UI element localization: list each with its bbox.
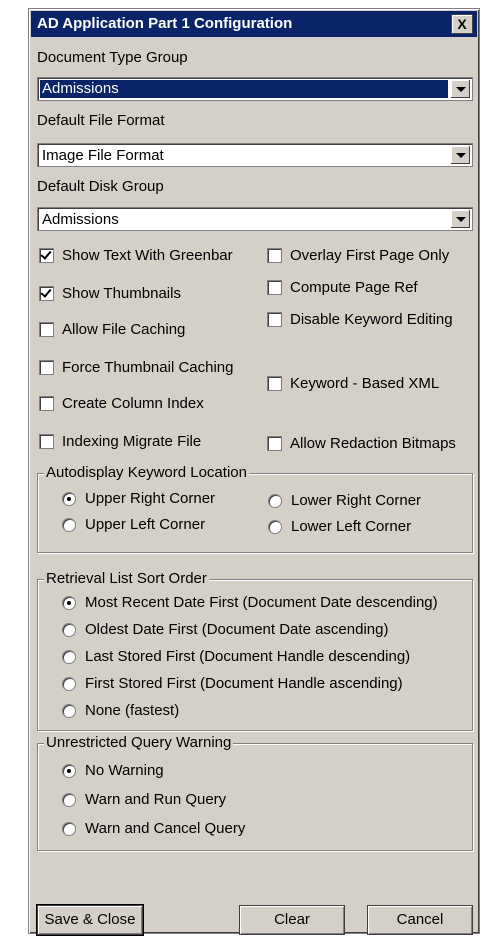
radio-label: Upper Left Corner bbox=[85, 516, 206, 533]
radio-label: None (fastest) bbox=[85, 702, 180, 719]
disk-group-value: Admissions bbox=[42, 211, 119, 228]
radio-button[interactable] bbox=[62, 595, 76, 610]
radio-label: Most Recent Date First (Document Date de… bbox=[85, 594, 438, 611]
radio-label: Lower Left Corner bbox=[291, 518, 412, 535]
show-thumbnails-checkbox[interactable]: Show Thumbnails bbox=[39, 285, 181, 302]
radio-lower-left-corner[interactable]: Lower Left Corner bbox=[268, 518, 411, 535]
radio-button[interactable] bbox=[62, 703, 76, 718]
chevron-down-icon bbox=[455, 86, 466, 92]
checkbox-box[interactable] bbox=[267, 376, 282, 391]
compute-page-ref-checkbox[interactable]: Compute Page Ref bbox=[267, 279, 418, 296]
radio-label: Warn and Cancel Query bbox=[85, 820, 246, 837]
checkbox-box[interactable] bbox=[39, 396, 54, 411]
save-close-button[interactable]: Save & Close bbox=[36, 904, 144, 936]
checkbox-label: Show Thumbnails bbox=[62, 285, 181, 302]
disk-group-select[interactable]: Admissions bbox=[37, 207, 473, 231]
radio-label: Last Stored First (Document Handle desce… bbox=[85, 648, 411, 665]
checkbox-box[interactable] bbox=[267, 248, 282, 263]
indexing-migrate-file-checkbox[interactable]: Indexing Migrate File bbox=[39, 433, 201, 450]
overlay-first-page-checkbox[interactable]: Overlay First Page Only bbox=[267, 247, 449, 264]
doc-type-group-value: Admissions bbox=[40, 80, 448, 98]
checkbox-box[interactable] bbox=[267, 312, 282, 327]
checkbox-box[interactable] bbox=[267, 436, 282, 451]
radio-none-fastest[interactable]: None (fastest) bbox=[62, 702, 179, 719]
close-button[interactable]: X bbox=[451, 14, 473, 34]
radio-most-recent-date-first[interactable]: Most Recent Date First (Document Date de… bbox=[62, 594, 438, 611]
dialog-title: AD Application Part 1 Configuration bbox=[37, 15, 293, 32]
radio-lower-right-corner[interactable]: Lower Right Corner bbox=[268, 492, 421, 509]
dropdown-arrow-button[interactable] bbox=[450, 210, 470, 228]
checkbox-box[interactable] bbox=[39, 286, 54, 301]
checkbox-box[interactable] bbox=[39, 360, 54, 375]
show-text-greenbar-checkbox[interactable]: Show Text With Greenbar bbox=[39, 247, 233, 264]
radio-first-stored-first[interactable]: First Stored First (Document Handle asce… bbox=[62, 675, 403, 692]
doc-type-group-label: Document Type Group bbox=[37, 49, 188, 66]
checkbox-label: Overlay First Page Only bbox=[290, 247, 450, 264]
group-legend: Retrieval List Sort Order bbox=[44, 570, 209, 587]
radio-label: Lower Right Corner bbox=[291, 492, 422, 509]
dropdown-arrow-button[interactable] bbox=[450, 146, 470, 164]
chevron-down-icon bbox=[455, 216, 466, 222]
radio-button[interactable] bbox=[268, 493, 282, 508]
group-legend: Unrestricted Query Warning bbox=[44, 734, 234, 751]
checkbox-label: Keyword - Based XML bbox=[290, 375, 440, 392]
radio-no-warning[interactable]: No Warning bbox=[62, 762, 164, 779]
radio-button[interactable] bbox=[62, 792, 76, 807]
checkbox-box[interactable] bbox=[39, 434, 54, 449]
radio-label: Upper Right Corner bbox=[85, 490, 216, 507]
radio-oldest-date-first[interactable]: Oldest Date First (Document Date ascendi… bbox=[62, 621, 388, 638]
radio-button[interactable] bbox=[268, 519, 282, 534]
radio-button[interactable] bbox=[62, 821, 76, 836]
unrestricted-query-warning-group: Unrestricted Query Warning No Warning Wa… bbox=[37, 734, 473, 851]
radio-warn-and-cancel-query[interactable]: Warn and Cancel Query bbox=[62, 820, 245, 837]
clear-button[interactable]: Clear bbox=[239, 905, 345, 935]
checkbox-label: Indexing Migrate File bbox=[62, 433, 202, 450]
radio-button[interactable] bbox=[62, 676, 76, 691]
dropdown-arrow-button[interactable] bbox=[450, 80, 470, 98]
file-format-value: Image File Format bbox=[42, 147, 164, 164]
checkbox-label: Disable Keyword Editing bbox=[290, 311, 453, 328]
force-thumbnail-caching-checkbox[interactable]: Force Thumbnail Caching bbox=[39, 359, 233, 376]
radio-button[interactable] bbox=[62, 649, 76, 664]
radio-label: No Warning bbox=[85, 762, 164, 779]
allow-file-caching-checkbox[interactable]: Allow File Caching bbox=[39, 321, 185, 338]
checkbox-box[interactable] bbox=[39, 322, 54, 337]
radio-button[interactable] bbox=[62, 763, 76, 778]
keyword-based-xml-checkbox[interactable]: Keyword - Based XML bbox=[267, 375, 439, 392]
checkbox-box[interactable] bbox=[267, 280, 282, 295]
cancel-button[interactable]: Cancel bbox=[367, 905, 473, 935]
autodisplay-keyword-location-group: Autodisplay Keyword Location Upper Right… bbox=[37, 464, 473, 553]
group-legend: Autodisplay Keyword Location bbox=[44, 464, 249, 481]
checkbox-box[interactable] bbox=[39, 248, 54, 263]
radio-button[interactable] bbox=[62, 491, 76, 506]
radio-button[interactable] bbox=[62, 517, 76, 532]
create-column-index-checkbox[interactable]: Create Column Index bbox=[39, 395, 204, 412]
radio-button[interactable] bbox=[62, 622, 76, 637]
radio-upper-left-corner[interactable]: Upper Left Corner bbox=[62, 516, 205, 533]
retrieval-sort-order-group: Retrieval List Sort Order Most Recent Da… bbox=[37, 570, 473, 731]
radio-label: First Stored First (Document Handle asce… bbox=[85, 675, 403, 692]
checkbox-label: Force Thumbnail Caching bbox=[62, 359, 234, 376]
radio-last-stored-first[interactable]: Last Stored First (Document Handle desce… bbox=[62, 648, 410, 665]
doc-type-group-select[interactable]: Admissions bbox=[37, 77, 473, 101]
checkbox-label: Allow File Caching bbox=[62, 321, 186, 338]
radio-label: Oldest Date First (Document Date ascendi… bbox=[85, 621, 389, 638]
radio-warn-and-run-query[interactable]: Warn and Run Query bbox=[62, 791, 226, 808]
file-format-label: Default File Format bbox=[37, 112, 165, 129]
checkbox-label: Compute Page Ref bbox=[290, 279, 418, 296]
radio-upper-right-corner[interactable]: Upper Right Corner bbox=[62, 490, 215, 507]
disk-group-label: Default Disk Group bbox=[37, 178, 164, 195]
checkbox-label: Create Column Index bbox=[62, 395, 204, 412]
chevron-down-icon bbox=[455, 152, 466, 158]
checkbox-label: Allow Redaction Bitmaps bbox=[290, 435, 456, 452]
disable-keyword-editing-checkbox[interactable]: Disable Keyword Editing bbox=[267, 311, 453, 328]
title-bar: AD Application Part 1 Configuration X bbox=[31, 11, 477, 37]
radio-label: Warn and Run Query bbox=[85, 791, 227, 808]
allow-redaction-bitmaps-checkbox[interactable]: Allow Redaction Bitmaps bbox=[267, 435, 456, 452]
config-dialog: AD Application Part 1 Configuration X Do… bbox=[28, 8, 480, 936]
file-format-select[interactable]: Image File Format bbox=[37, 143, 473, 167]
checkbox-label: Show Text With Greenbar bbox=[62, 247, 233, 264]
